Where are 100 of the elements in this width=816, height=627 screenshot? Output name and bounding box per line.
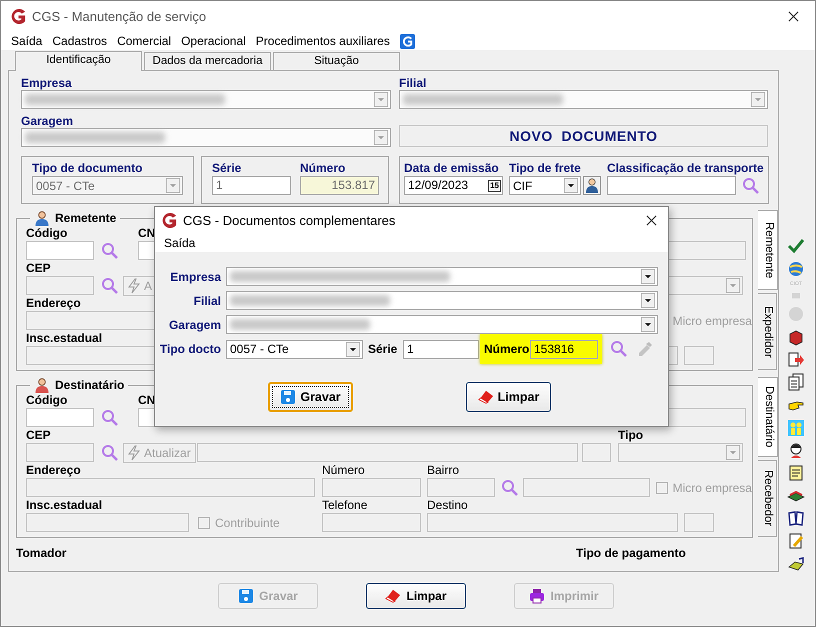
- dropdown[interactable]: [21, 128, 391, 147]
- close-icon[interactable]: [788, 11, 799, 22]
- input-field[interactable]: [26, 276, 94, 295]
- input-field[interactable]: 153.817: [300, 176, 379, 195]
- status-banner: NOVO DOCUMENTO: [399, 125, 768, 147]
- input-field[interactable]: [427, 513, 678, 532]
- save-button[interactable]: Gravar: [268, 382, 353, 412]
- field-label: Garagem: [21, 115, 74, 128]
- pen-icon[interactable]: [787, 532, 805, 550]
- person-icon: [34, 210, 50, 226]
- menu-item[interactable]: Cadastros: [47, 33, 112, 49]
- book-icon[interactable]: [787, 509, 805, 528]
- field-label: Garagem: [168, 318, 221, 332]
- field-label: Tipo de documento: [32, 162, 144, 175]
- date-field[interactable]: 12/09/2023 15: [404, 176, 503, 195]
- lightning-icon: [127, 278, 141, 294]
- arrow-icon[interactable]: [787, 350, 805, 368]
- edit-icon[interactable]: [637, 341, 653, 357]
- checkbox-label: Micro empresa: [672, 314, 752, 328]
- calendar-button[interactable]: 15: [488, 180, 501, 192]
- tab[interactable]: Destinatário: [758, 377, 778, 457]
- field-label: Código: [26, 393, 68, 407]
- dropdown[interactable]: [618, 443, 743, 462]
- input-field[interactable]: [522, 478, 650, 497]
- field-label: Número: [300, 162, 346, 175]
- input-field[interactable]: [684, 513, 714, 532]
- window-title: CGS - Manutenção de serviço: [32, 9, 206, 24]
- search-icon[interactable]: [610, 340, 628, 358]
- field-label: Tipo: [618, 428, 644, 442]
- input-field[interactable]: 1: [212, 176, 291, 195]
- tab[interactable]: Dados da mercadoria: [144, 52, 271, 70]
- search-icon[interactable]: [101, 408, 119, 426]
- lightning-icon: [127, 444, 141, 460]
- input-field[interactable]: [582, 443, 611, 462]
- globe-icon[interactable]: [787, 260, 805, 278]
- tab[interactable]: Identificação: [15, 51, 142, 71]
- input-field[interactable]: [322, 478, 421, 497]
- input-field[interactable]: [607, 176, 736, 195]
- dropdown[interactable]: [21, 90, 391, 109]
- tab[interactable]: Remetente: [758, 210, 778, 290]
- input-field[interactable]: [26, 478, 315, 497]
- input-field[interactable]: [26, 408, 94, 427]
- tab[interactable]: Situação: [273, 52, 400, 70]
- field-label: Filial: [192, 294, 221, 308]
- menu-item[interactable]: Saída: [6, 33, 48, 49]
- field-label: Insc.estadual: [26, 331, 102, 345]
- field-label: CEP: [26, 428, 51, 442]
- input-field[interactable]: [26, 241, 94, 260]
- menu-item[interactable]: Operacional: [176, 33, 251, 49]
- field-label: Tomador: [16, 546, 68, 560]
- input-field[interactable]: [26, 513, 189, 532]
- search-icon[interactable]: [101, 444, 119, 462]
- tab[interactable]: Recebedor: [758, 460, 777, 537]
- menu-item[interactable]: Procedimentos auxiliares: [250, 33, 395, 49]
- field-label: Destino: [427, 498, 468, 512]
- field-label: Empresa: [169, 270, 221, 284]
- menu-item[interactable]: Saída: [159, 235, 200, 251]
- search-icon[interactable]: [101, 276, 119, 294]
- field-label: Endereço: [26, 296, 81, 310]
- people-icon[interactable]: [787, 418, 805, 436]
- section-title: Destinatário: [55, 378, 124, 392]
- person-icon[interactable]: [583, 176, 601, 195]
- check-icon[interactable]: [787, 237, 805, 255]
- field-label: CEP: [26, 261, 51, 275]
- input-field[interactable]: [426, 478, 495, 497]
- logo-icon: [10, 8, 27, 25]
- pages-icon[interactable]: [787, 373, 805, 392]
- input-field[interactable]: 153816: [530, 340, 598, 358]
- eraser-icon: [478, 389, 494, 405]
- input-field[interactable]: [684, 346, 714, 365]
- dropdown[interactable]: CIF: [509, 176, 581, 195]
- field-label: Insc.estadual: [26, 498, 102, 512]
- search-icon[interactable]: [742, 176, 760, 194]
- app-logo-icon[interactable]: [400, 34, 415, 48]
- dropdown[interactable]: 0057 - CTe: [226, 340, 363, 358]
- field-label: Endereço: [26, 463, 81, 477]
- tab[interactable]: Expedidor: [758, 293, 777, 370]
- clear-button[interactable]: Limpar: [366, 583, 466, 609]
- input-field[interactable]: [197, 443, 578, 462]
- note-icon[interactable]: [787, 464, 805, 482]
- search-icon[interactable]: [101, 242, 119, 260]
- checkbox-label: Micro empresa: [672, 480, 752, 494]
- input-field[interactable]: 1: [403, 340, 479, 358]
- close-icon[interactable]: [646, 215, 657, 226]
- input-field[interactable]: [26, 443, 94, 462]
- menu-item[interactable]: Comercial: [112, 33, 176, 49]
- eraser-icon: [385, 588, 402, 604]
- field-label: Série: [212, 162, 242, 175]
- section-title: Remetente: [55, 211, 116, 225]
- field-label: Tipo de frete: [509, 162, 582, 175]
- printer-icon: [529, 588, 546, 604]
- search-icon[interactable]: [500, 478, 519, 496]
- dropdown[interactable]: [399, 90, 768, 109]
- clear-button[interactable]: Limpar: [466, 382, 551, 412]
- input-field[interactable]: [322, 513, 421, 532]
- checkbox-label: Contribuinte: [215, 516, 280, 530]
- field-label: Tipo docto: [158, 342, 221, 356]
- field-label: Série: [368, 342, 398, 356]
- dropdown[interactable]: 0057 - CTe: [32, 176, 183, 195]
- window-title: CGS - Documentos complementares: [183, 213, 396, 228]
